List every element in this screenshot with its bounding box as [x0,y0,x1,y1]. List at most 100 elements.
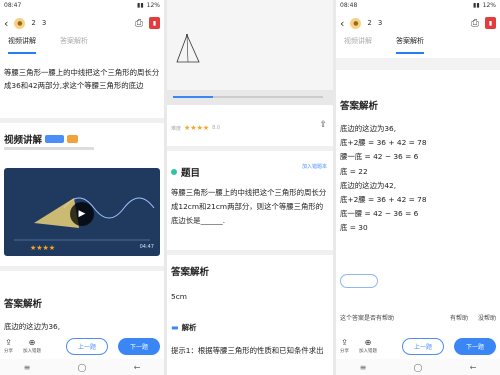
next-question-button[interactable]: 下一题 [454,337,496,355]
back-icon[interactable]: ‹ [4,17,8,30]
tab-answer[interactable]: 答案解析 [396,36,424,54]
title-dot-icon [171,169,177,175]
step-line: 腰一底 = 42 − 36 = 6 [340,152,419,162]
level-badge [66,135,78,143]
printer-icon[interactable]: ⎙ [135,18,143,29]
video-section-title: 视频讲解 [4,135,43,146]
coin-icon: ● [14,17,26,29]
top-bar: ‹ ● 2 3 ⎙ ▮ [336,12,500,34]
step-line: 底+2腰 = 36 + 42 = 78 [340,195,427,205]
progress-fill [173,96,213,98]
step-line: 底 = 22 [340,166,368,176]
feedback-row: 这个答案是否有帮助 有帮助 没帮助 [340,313,496,322]
bookmark-badge-icon[interactable]: ▮ [485,17,496,29]
screen-question: 难度 ★★★★ 8.0 ⇪ 题目 加入错题本 等腰三角形一腰上的中线把这个三角形… [167,0,333,375]
signal-icon: ▮▮ [473,2,480,9]
score-value: 8.0 [212,125,221,131]
rating-stars: ★★★★ [184,124,210,132]
share-button[interactable]: ⇪ 分享 [4,338,13,354]
back-nav-icon[interactable]: ← [134,363,141,372]
answer-title: 答案解析 [340,101,379,112]
question-text: 等腰三角形一腰上的中线把这个三角形的周长分成12cm和21cm两部分，则这个等腰… [171,188,327,225]
step-line: 底边的这边为42, [340,180,397,190]
source-badge [45,135,64,143]
menu-icon[interactable]: ≡ [24,363,31,372]
menu-icon[interactable]: ≡ [360,363,367,372]
tab-bar: 视频讲解 答案解析 [0,36,164,54]
tab-answer[interactable]: 答案解析 [60,36,88,54]
system-nav-bar: ≡ ◯ ← [336,359,500,375]
analysis-header: ▬ 解析 [171,322,197,333]
rating-row: 难度 ★★★★ 8.0 [171,124,220,132]
collapsed-video-strip [336,58,500,70]
share-icon[interactable]: ⇪ [319,120,327,130]
share-button[interactable]: ⇪ 分享 [340,338,349,354]
answer-first-line: 底边的这边为36, [4,322,61,331]
counter-2: 3 [377,19,383,27]
home-icon[interactable]: ◯ [414,363,423,372]
answer-value: 5cm [171,292,187,301]
video-duration: 04:47 [139,244,154,250]
divider [167,250,333,255]
helpful-option[interactable]: 有帮助 [450,313,468,322]
bottom-action-bar: ⇪ 分享 ⊕ 加入错题 上一题 下一题 [0,333,164,359]
home-icon[interactable]: ◯ [78,363,87,372]
divider [167,146,333,151]
battery-level: 12% [482,2,496,9]
step-line: 底 = 30 [340,223,368,233]
difficulty-label: 难度 [171,125,182,132]
expand-button[interactable] [340,274,378,288]
analysis-title: 解析 [181,323,197,332]
status-time: 08:47 [4,2,22,9]
next-question-button[interactable]: 下一题 [118,337,160,355]
top-bar: ‹ ● 2 3 ⎙ ▮ [0,12,164,34]
rating-stars: ★★★★ [30,244,56,252]
divider [0,118,164,123]
status-bar: 08:47 ▮▮ 12% [0,0,164,11]
analysis-icon: ▬ [171,323,179,332]
bookmark-badge-icon[interactable]: ▮ [149,17,160,29]
step-line: 底边的这边为36, [340,124,397,133]
system-nav-bar: ≡ ◯ ← [0,359,164,375]
add-mistake-button[interactable]: ⊕ 加入错题 [23,338,41,354]
battery-level: 12% [146,2,160,9]
add-icon: ⊕ [28,338,36,347]
prev-question-button[interactable]: 上一题 [66,337,108,355]
tab-video[interactable]: 视频讲解 [344,36,372,54]
tab-video[interactable]: 视频讲解 [8,36,36,54]
video-section-header: 视频讲解 [4,132,78,146]
printer-icon[interactable]: ⎙ [471,18,479,29]
question-header: 题目 [171,165,200,179]
answer-title: 答案解析 [4,299,43,310]
progress-bar[interactable] [167,90,333,105]
counter-1: 2 [367,19,372,27]
back-icon[interactable]: ‹ [340,17,344,30]
coin-icon: ● [350,17,362,29]
add-mistake-button[interactable]: ⊕ 加入错题 [359,338,377,354]
screen-video-explanation: 08:47 ▮▮ 12% ‹ ● 2 3 ⎙ ▮ 视频讲解 答案解析 等腰三角形… [0,0,164,375]
signal-icon: ▮▮ [137,2,144,9]
not-helpful-option[interactable]: 没帮助 [478,313,496,322]
bottom-action-bar: ⇪ 分享 ⊕ 加入错题 上一题 下一题 [336,333,500,359]
step-line: 底+2腰 = 36 + 42 = 78 [340,138,427,148]
feedback-options: 有帮助 没帮助 [450,313,496,322]
share-icon: ⇪ [341,338,348,347]
video-subtitle-placeholder [4,147,94,150]
prev-question-button[interactable]: 上一题 [402,337,444,355]
answer-steps: 底边的这边为36, 底+2腰 = 36 + 42 = 78 腰一底 = 42 −… [340,122,427,236]
play-icon[interactable]: ▶ [70,202,94,226]
add-mistake-link[interactable]: 加入错题本 [302,163,327,170]
status-bar: 08:48 ▮▮ 12% [336,0,500,11]
feedback-question: 这个答案是否有帮助 [340,315,395,322]
tab-bar: 视频讲解 答案解析 [336,36,500,54]
counter-1: 2 [31,19,36,27]
geometry-video[interactable] [167,0,333,105]
hint-text: 提示1：根据等腰三角形的性质和已知条件求出 [171,346,324,355]
back-nav-icon[interactable]: ← [470,363,477,372]
video-player[interactable]: ▶ ★★★★ 04:47 [4,168,160,256]
add-icon: ⊕ [364,338,372,347]
answer-title: 答案解析 [171,267,210,278]
status-time: 08:48 [340,2,358,9]
counter-2: 3 [41,19,47,27]
share-icon: ⇪ [5,338,12,347]
